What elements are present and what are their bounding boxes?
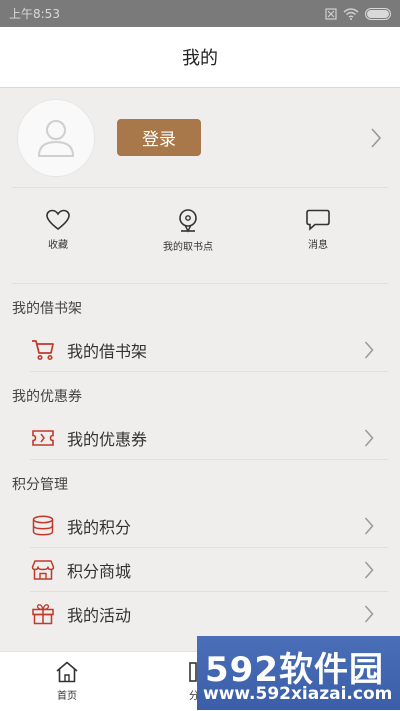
row-my-coupons[interactable]: 我的优惠券 (30, 416, 386, 460)
quick-actions: 收藏 我的取书点 消息 (0, 195, 400, 275)
avatar[interactable] (17, 99, 95, 177)
gift-icon (30, 601, 56, 627)
divider (12, 187, 388, 188)
row-my-points[interactable]: 我的积分 (30, 504, 386, 548)
row-label: 积分商城 (67, 562, 132, 581)
row-label: 我的借书架 (67, 342, 148, 361)
tab-label: 首页 (57, 691, 77, 702)
divider (12, 283, 388, 284)
chevron-right-icon (364, 517, 374, 535)
status-time: 上午8:53 (9, 7, 60, 21)
section-title-points: 积分管理 (12, 477, 68, 493)
row-label: 我的积分 (67, 518, 132, 537)
chevron-right-icon (364, 605, 374, 623)
user-placeholder-icon (37, 120, 75, 157)
battery-icon (365, 7, 391, 20)
heart-icon (46, 209, 70, 231)
wifi-icon (343, 7, 359, 20)
divider (30, 459, 388, 460)
close-box-icon (325, 7, 337, 20)
quick-label: 消息 (308, 240, 328, 251)
chevron-right-icon[interactable] (370, 127, 382, 149)
quick-messages[interactable]: 消息 (263, 209, 373, 251)
status-icons (325, 7, 391, 20)
ticket-icon (30, 425, 56, 451)
section-title-bookshelf: 我的借书架 (12, 301, 82, 317)
title-bar: 我的 (0, 27, 400, 88)
row-my-activities[interactable]: 我的活动 (30, 592, 386, 636)
status-bar: 上午8:53 (0, 0, 400, 27)
divider (30, 371, 388, 372)
quick-favorites[interactable]: 收藏 (3, 209, 113, 251)
page-title: 我的 (182, 48, 218, 69)
location-pin-icon (179, 209, 197, 233)
message-icon (306, 209, 330, 231)
section-title-coupons: 我的优惠券 (12, 389, 82, 405)
row-label: 我的活动 (67, 606, 132, 625)
quick-label: 收藏 (48, 240, 68, 251)
chevron-right-icon (364, 429, 374, 447)
watermark-banner: 592软件园 www.592xiazai.com (197, 636, 400, 710)
tab-home[interactable]: 首页 (34, 660, 100, 702)
coins-icon (30, 513, 56, 539)
quick-pickup-point[interactable]: 我的取书点 (133, 209, 243, 253)
chevron-right-icon (364, 341, 374, 359)
chevron-right-icon (364, 561, 374, 579)
login-button[interactable]: 登录 (117, 119, 201, 156)
cart-icon (30, 337, 56, 363)
profile-section[interactable]: 登录 (0, 88, 400, 188)
row-points-mall[interactable]: 积分商城 (30, 548, 386, 592)
home-icon (56, 661, 78, 683)
row-label: 我的优惠券 (67, 430, 148, 449)
row-my-bookshelf[interactable]: 我的借书架 (30, 328, 386, 372)
quick-label: 我的取书点 (163, 242, 213, 253)
watermark-url: www.592xiazai.com (203, 684, 393, 704)
shop-icon (30, 557, 56, 583)
